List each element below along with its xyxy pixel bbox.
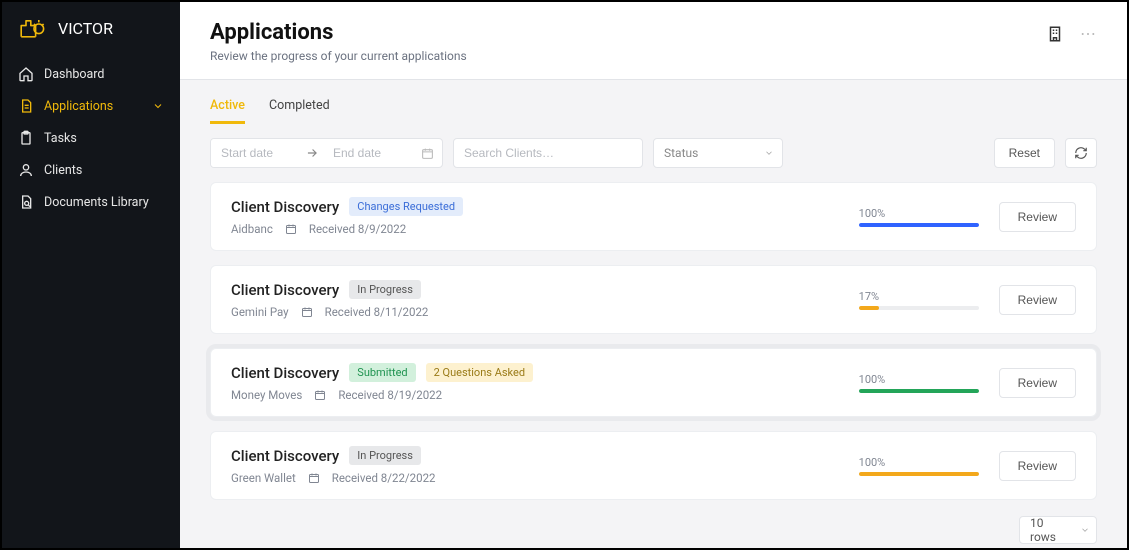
status-select-label: Status bbox=[664, 146, 698, 160]
applications-list: Client Discovery Changes Requested Aidbanc… bbox=[180, 182, 1127, 516]
brand[interactable]: VICTOR bbox=[2, 16, 180, 58]
chevron-down-icon bbox=[152, 100, 164, 112]
reset-button[interactable]: Reset bbox=[994, 138, 1055, 168]
filter-bar: Status Reset bbox=[180, 124, 1127, 182]
status-badge: Submitted bbox=[349, 363, 415, 382]
sidebar-item-label: Clients bbox=[44, 163, 82, 178]
review-button[interactable]: Review bbox=[999, 368, 1076, 398]
progress-percent: 100% bbox=[859, 373, 979, 386]
status-badge: Changes Requested bbox=[349, 197, 463, 216]
brand-logo-icon bbox=[18, 16, 50, 40]
sidebar: VICTOR Dashboard Applications Tasks Clients… bbox=[2, 2, 180, 548]
search-clients-input[interactable] bbox=[453, 138, 643, 168]
sidebar-item-label: Documents Library bbox=[44, 195, 149, 210]
sidebar-item-documents-library[interactable]: Documents Library bbox=[2, 186, 180, 218]
status-badge: 2 Questions Asked bbox=[426, 363, 533, 382]
sidebar-item-applications[interactable]: Applications bbox=[2, 90, 180, 122]
calendar-icon bbox=[314, 389, 326, 401]
client-name: Aidbanc bbox=[231, 222, 273, 236]
chevron-down-icon bbox=[764, 148, 774, 158]
progress: 17% bbox=[859, 290, 979, 310]
sidebar-item-label: Applications bbox=[44, 99, 113, 114]
tab-active[interactable]: Active bbox=[210, 98, 245, 124]
end-date-input[interactable] bbox=[323, 139, 413, 167]
application-card: Client Discovery Changes Requested Aidbanc… bbox=[210, 182, 1097, 251]
calendar-icon bbox=[413, 139, 442, 167]
home-icon bbox=[18, 66, 34, 82]
user-icon bbox=[18, 162, 34, 178]
brand-name: VICTOR bbox=[58, 19, 113, 38]
refresh-icon bbox=[1074, 146, 1088, 160]
status-select[interactable]: Status bbox=[653, 138, 783, 168]
progress: 100% bbox=[859, 207, 979, 227]
received-date: Received 8/22/2022 bbox=[332, 471, 436, 485]
application-title: Client Discovery bbox=[231, 364, 339, 382]
client-name: Money Moves bbox=[231, 388, 302, 402]
progress-percent: 100% bbox=[859, 456, 979, 469]
refresh-button[interactable] bbox=[1065, 138, 1097, 168]
status-badge: In Progress bbox=[349, 280, 421, 299]
page-subtitle: Review the progress of your current appl… bbox=[210, 49, 467, 63]
received-date: Received 8/11/2022 bbox=[325, 305, 429, 319]
client-name: Gemini Pay bbox=[231, 305, 289, 319]
sidebar-item-dashboard[interactable]: Dashboard bbox=[2, 58, 180, 90]
calendar-icon bbox=[285, 223, 297, 235]
sidebar-item-clients[interactable]: Clients bbox=[2, 154, 180, 186]
status-badge: In Progress bbox=[349, 446, 421, 465]
received-date: Received 8/9/2022 bbox=[309, 222, 406, 236]
tabs: Active Completed bbox=[180, 80, 1127, 124]
more-menu-icon[interactable]: ⋯ bbox=[1080, 24, 1097, 43]
list-footer: 10 rows bbox=[180, 516, 1127, 544]
progress: 100% bbox=[859, 456, 979, 476]
progress-percent: 17% bbox=[859, 290, 979, 303]
start-date-input[interactable] bbox=[211, 139, 301, 167]
document-icon bbox=[18, 98, 34, 114]
calendar-icon bbox=[301, 306, 313, 318]
library-icon bbox=[18, 194, 34, 210]
chevron-down-icon bbox=[1080, 525, 1090, 535]
page-header: Applications Review the progress of your… bbox=[180, 2, 1127, 80]
received-date: Received 8/19/2022 bbox=[338, 388, 442, 402]
building-icon[interactable] bbox=[1046, 25, 1064, 43]
application-card: Client Discovery In Progress Gemini Pay Rec… bbox=[210, 265, 1097, 334]
sidebar-item-label: Tasks bbox=[44, 131, 77, 146]
progress: 100% bbox=[859, 373, 979, 393]
arrow-right-icon bbox=[301, 139, 323, 167]
application-card: Client Discovery In Progress Green Wallet R… bbox=[210, 431, 1097, 500]
calendar-icon bbox=[308, 472, 320, 484]
application-card: Client Discovery Submitted 2 Questions As… bbox=[210, 348, 1097, 417]
rows-per-page-select[interactable]: 10 rows bbox=[1019, 516, 1097, 544]
sidebar-item-label: Dashboard bbox=[44, 67, 104, 82]
page-title: Applications bbox=[210, 20, 467, 45]
sidebar-item-tasks[interactable]: Tasks bbox=[2, 122, 180, 154]
progress-percent: 100% bbox=[859, 207, 979, 220]
clipboard-icon bbox=[18, 130, 34, 146]
rows-label: 10 rows bbox=[1030, 516, 1072, 544]
review-button[interactable]: Review bbox=[999, 285, 1076, 315]
tab-completed[interactable]: Completed bbox=[269, 98, 330, 124]
application-title: Client Discovery bbox=[231, 198, 339, 216]
application-title: Client Discovery bbox=[231, 281, 339, 299]
review-button[interactable]: Review bbox=[999, 202, 1076, 232]
main-content: Applications Review the progress of your… bbox=[180, 2, 1127, 548]
review-button[interactable]: Review bbox=[999, 451, 1076, 481]
date-range bbox=[210, 138, 443, 168]
application-title: Client Discovery bbox=[231, 447, 339, 465]
client-name: Green Wallet bbox=[231, 471, 296, 485]
